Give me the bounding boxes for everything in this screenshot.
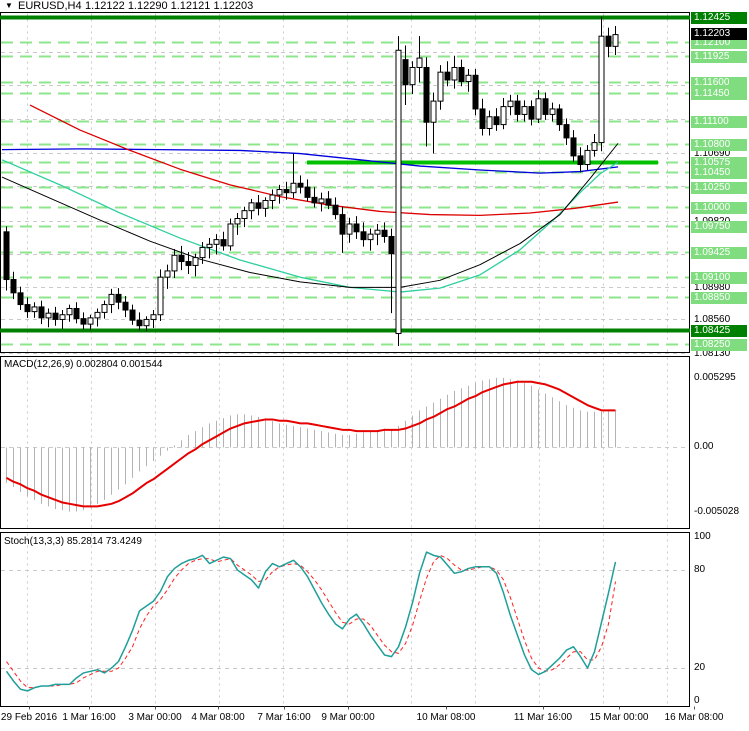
macd-indicator-label: MACD(12,26,9) 0.002804 0.001544: [4, 359, 163, 370]
title-quotes: 1.12122 1.12290 1.12121 1.12203: [85, 0, 254, 12]
chart-window: ▼ EURUSD,H4 1.12122 1.12290 1.12121 1.12…: [0, 0, 749, 731]
title-symbol: EURUSD,H4: [18, 0, 82, 12]
time-axis-area[interactable]: [0, 708, 749, 731]
symbol-dropdown-icon[interactable]: ▼: [5, 0, 13, 12]
stoch-indicator-label: Stoch(13,3,3) 85.2814 73.4249: [4, 536, 142, 547]
title-bar: ▼ EURUSD,H4 1.12122 1.12290 1.12121 1.12…: [0, 0, 690, 12]
price-axis-area[interactable]: [691, 0, 749, 710]
